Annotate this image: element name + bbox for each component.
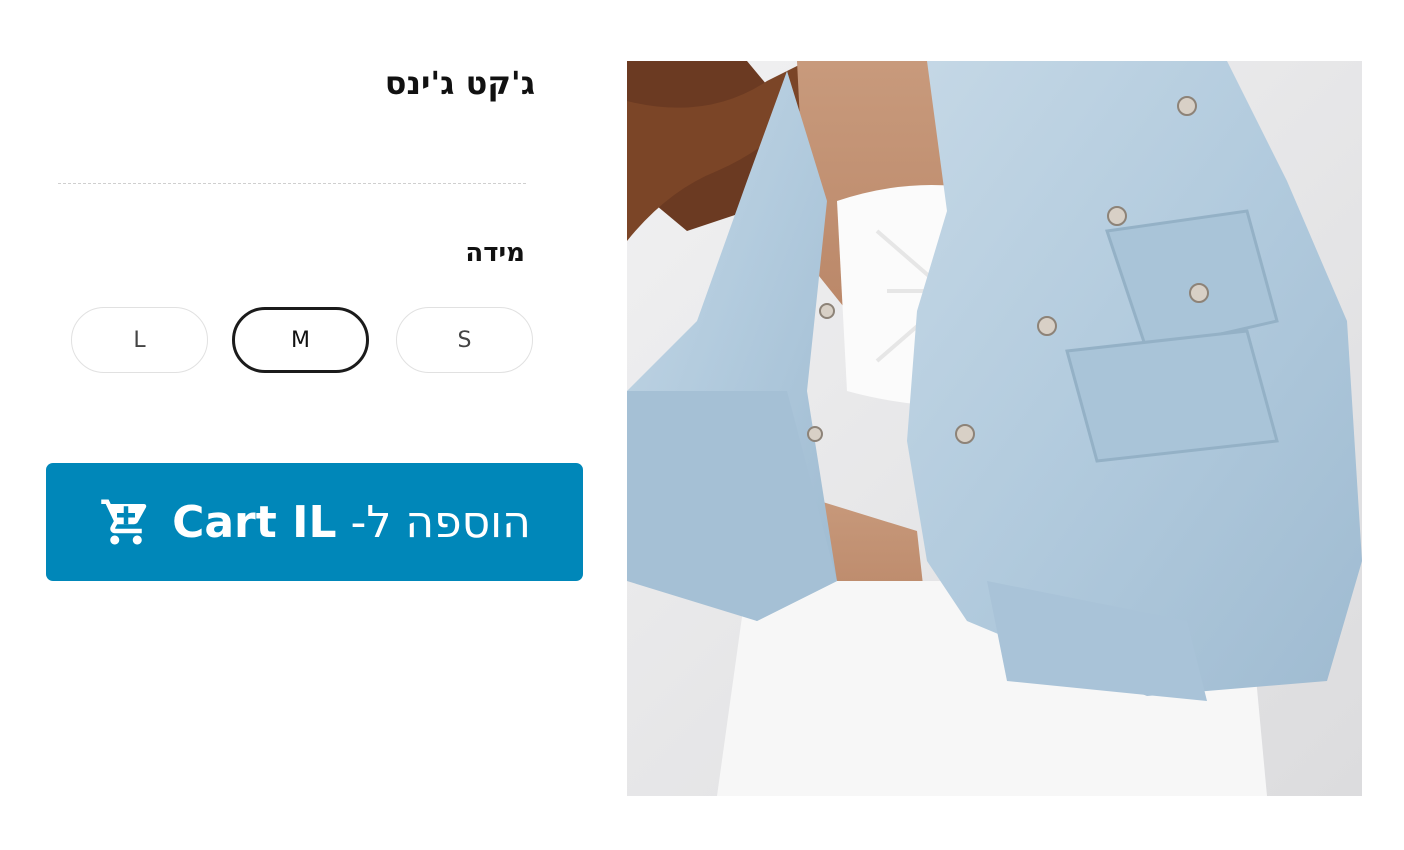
size-option-m[interactable]: M (232, 307, 369, 373)
add-to-cart-label: הוספה ל- Cart IL (172, 497, 531, 548)
size-option-l[interactable]: L (71, 307, 208, 373)
product-title: ג'קט ג'ינס (384, 64, 535, 102)
size-option-s[interactable]: S (396, 307, 533, 373)
shopping-cart-icon (101, 499, 147, 545)
size-option-m-label: M (291, 327, 310, 353)
cart-button-brand: Cart IL (172, 496, 337, 548)
size-option-s-label: S (457, 327, 472, 353)
add-to-cart-button[interactable]: הוספה ל- Cart IL (46, 463, 583, 581)
product-photo (627, 61, 1362, 796)
size-label: מידה (465, 238, 525, 268)
divider (58, 183, 526, 184)
product-image (627, 61, 1362, 796)
cart-button-prefix: הוספה ל- (350, 496, 531, 548)
size-option-l-label: L (133, 327, 146, 353)
product-page: ג'קט ג'ינס מידה L M S הוספה ל- Cart IL (0, 0, 1404, 850)
